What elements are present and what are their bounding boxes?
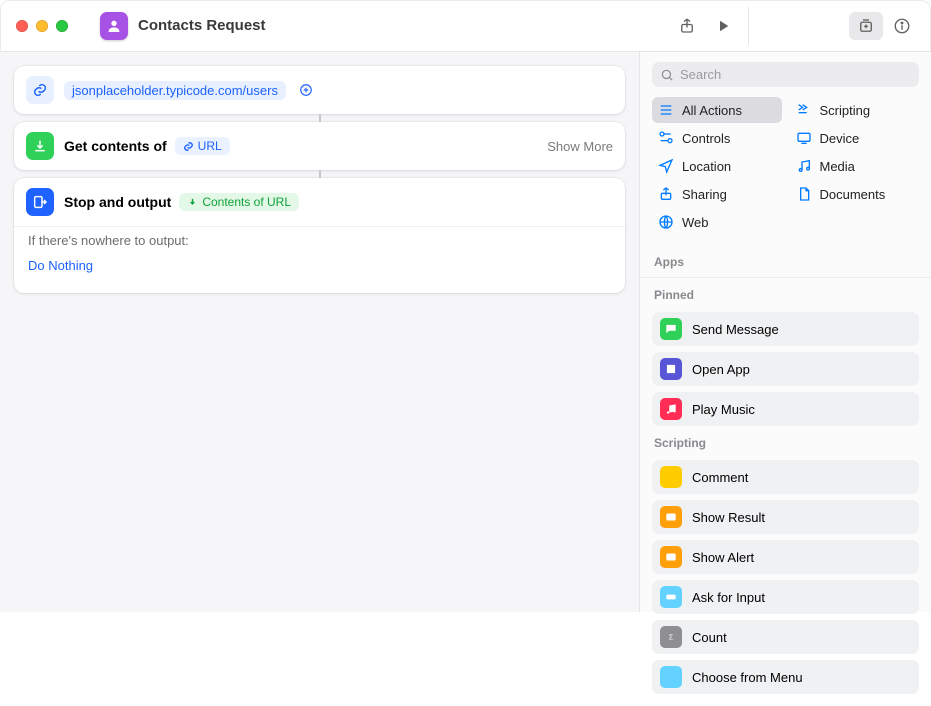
category-label: Controls [682,131,730,146]
action-stop-output[interactable]: Stop and output Contents of URL If there… [14,178,625,293]
category-sharing[interactable]: Sharing [652,181,782,207]
comment-icon [660,466,682,488]
scripting-show-result[interactable]: Show Result [652,500,919,534]
action-url[interactable]: jsonplaceholder.typicode.com/users [14,66,625,114]
add-variable-button[interactable] [296,80,316,100]
url-param-pill[interactable]: URL [175,137,230,155]
category-label: Documents [820,187,886,202]
alert-icon [660,546,682,568]
category-label: Scripting [820,103,871,118]
category-scripting[interactable]: Scripting [790,97,920,123]
category-controls[interactable]: Controls [652,125,782,151]
category-media[interactable]: Media [790,153,920,179]
window-title: Contacts Request [138,17,266,34]
category-all-actions[interactable]: All Actions [652,97,782,123]
list-label: Count [692,630,727,645]
pinned-send-message[interactable]: Send Message [652,312,919,346]
search-input[interactable] [680,67,911,82]
list-label: Show Result [692,510,765,525]
list-label: Ask for Input [692,590,765,605]
pinned-play-music[interactable]: Play Music [652,392,919,426]
action-get-contents[interactable]: Get contents of URL Show More [14,122,625,170]
download-icon [26,132,54,160]
connector-line [319,170,321,178]
window-zoom[interactable] [56,20,68,32]
category-label: Device [820,131,860,146]
category-label: Sharing [682,187,727,202]
list-label: Play Music [692,402,755,417]
category-location[interactable]: Location [652,153,782,179]
apps-header: Apps [640,245,931,273]
category-label: Media [820,159,855,174]
category-label: Location [682,159,731,174]
category-label: Web [682,215,709,230]
run-button[interactable] [706,12,740,40]
share-button[interactable] [670,12,704,40]
contents-param-pill[interactable]: Contents of URL [179,193,299,211]
scripting-show-alert[interactable]: Show Alert [652,540,919,574]
list-label: Show Alert [692,550,754,565]
url-value[interactable]: jsonplaceholder.typicode.com/users [64,81,286,100]
param-label: URL [198,139,222,153]
scripting-comment[interactable]: Comment [652,460,919,494]
list-label: Send Message [692,322,779,337]
traffic-lights [16,20,68,32]
music-icon [660,398,682,420]
workflow-canvas[interactable]: jsonplaceholder.typicode.com/users Get c… [0,52,640,612]
category-documents[interactable]: Documents [790,181,920,207]
connector-line [319,114,321,122]
message-icon [660,318,682,340]
action-library-sidebar: All Actions Scripting Controls Device Lo… [640,52,931,612]
action-title: Get contents of [64,138,167,154]
scripting-header: Scripting [652,426,919,454]
menu-icon [660,666,682,688]
category-device[interactable]: Device [790,125,920,151]
window-close[interactable] [16,20,28,32]
result-icon [660,506,682,528]
category-web[interactable]: Web [652,209,782,235]
list-label: Choose from Menu [692,670,803,685]
pinned-open-app[interactable]: Open App [652,352,919,386]
window-minimize[interactable] [36,20,48,32]
list-label: Comment [692,470,748,485]
exit-icon [26,188,54,216]
open-app-icon [660,358,682,380]
link-icon [26,76,54,104]
output-option[interactable]: Do Nothing [28,258,93,281]
toolbar-divider [748,7,749,45]
output-subtext: If there's nowhere to output: [14,226,625,254]
list-label: Open App [692,362,750,377]
scripting-count[interactable]: Σ Count [652,620,919,654]
scripting-choose-menu[interactable]: Choose from Menu [652,660,919,694]
show-more-button[interactable]: Show More [547,139,613,154]
category-label: All Actions [682,103,742,118]
document-icon [100,12,128,40]
scripting-ask-input[interactable]: Ask for Input [652,580,919,614]
input-icon [660,586,682,608]
titlebar: Contacts Request [0,0,931,52]
library-button[interactable] [849,12,883,40]
count-icon: Σ [660,626,682,648]
action-title: Stop and output [64,194,171,210]
info-button[interactable] [885,12,919,40]
category-grid: All Actions Scripting Controls Device Lo… [640,95,931,245]
search-field[interactable] [652,62,919,87]
param-label: Contents of URL [202,195,291,209]
svg-text:Σ: Σ [669,634,674,641]
pinned-header: Pinned [652,278,919,306]
